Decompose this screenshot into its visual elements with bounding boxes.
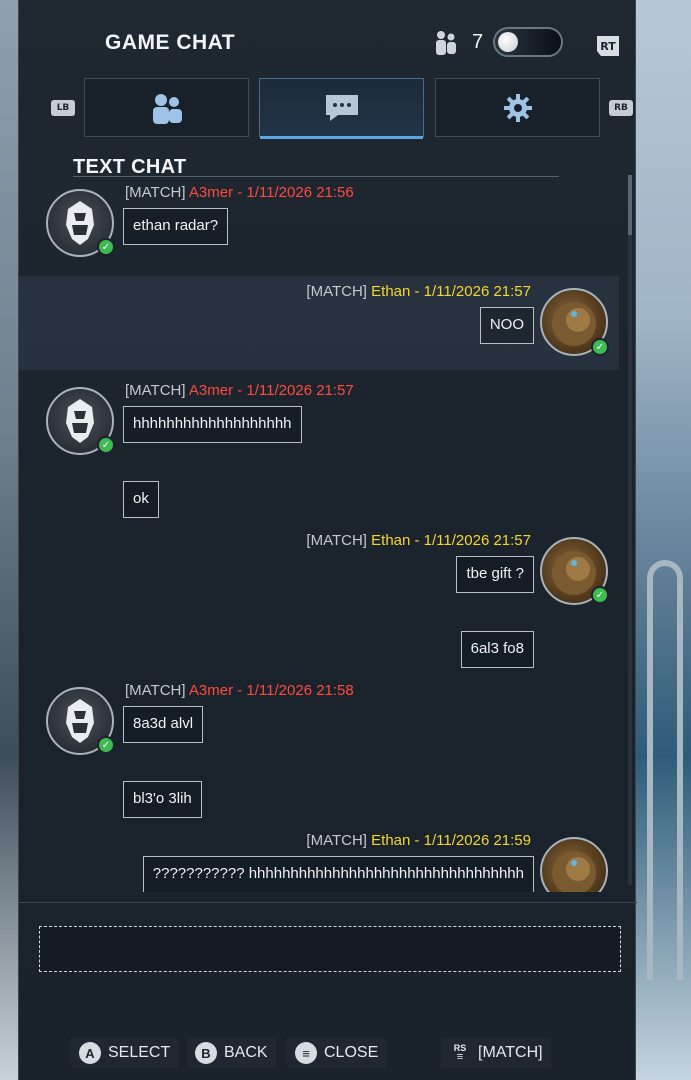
channel-tag: [MATCH]	[125, 184, 186, 201]
online-status-icon: ✓	[97, 238, 115, 256]
online-status-icon: ✓	[97, 436, 115, 454]
author-timestamp: A3mer - 1/11/2026 21:57	[188, 382, 354, 399]
gear-icon	[503, 93, 532, 122]
scrollbar-thumb[interactable]	[628, 175, 632, 235]
player-count: 7	[472, 31, 484, 53]
background-right	[636, 0, 691, 1080]
message-item: [MATCH] Ethan - 1/11/2026 21:57 NOO ✓	[19, 276, 619, 370]
rb-bumper-icon: RB	[609, 100, 633, 116]
online-status-icon: ✓	[97, 736, 115, 754]
channel-tag: [MATCH]	[125, 382, 186, 399]
menu-button-icon: ≡	[295, 1042, 317, 1064]
select-label: SELECT	[108, 1044, 171, 1061]
divider	[73, 176, 559, 177]
message-bubble: 6al3 fo8	[460, 631, 534, 668]
message-bubble: tbe gift ?	[456, 556, 534, 593]
tab-bar: LB RB	[19, 78, 637, 140]
message-item: ✓ [MATCH] A3mer - 1/11/2026 21:57 hhhhhh…	[19, 378, 619, 523]
header: GAME CHAT 7 RT	[19, 0, 637, 80]
online-status-icon: ✓	[591, 586, 609, 604]
message-item: ✓ [MATCH] A3mer - 1/11/2026 21:58 8a3d a…	[19, 678, 619, 828]
author-timestamp: Ethan - 1/11/2026 21:57	[371, 532, 531, 549]
voice-toggle[interactable]	[493, 27, 563, 57]
message-item: ✓ [MATCH] A3mer - 1/11/2026 21:56 ethan …	[19, 180, 619, 270]
people-icon	[436, 31, 456, 55]
message-item: [MATCH] Ethan - 1/11/2026 21:59 ????????…	[19, 828, 619, 892]
author-timestamp: Ethan - 1/11/2026 21:59	[371, 832, 531, 849]
close-hint[interactable]: ≡ CLOSE	[287, 1038, 386, 1068]
channel-hint[interactable]: RS ≡ [MATCH]	[441, 1038, 551, 1068]
message-meta: [MATCH] Ethan - 1/11/2026 21:57	[306, 532, 531, 549]
message-meta: [MATCH] A3mer - 1/11/2026 21:58	[125, 682, 354, 699]
online-status-icon: ✓	[591, 338, 609, 356]
message-bubble: bl3'o 3lih	[123, 781, 202, 818]
message-meta: [MATCH] A3mer - 1/11/2026 21:56	[125, 184, 354, 201]
message-item: [MATCH] Ethan - 1/11/2026 21:57 tbe gift…	[19, 528, 619, 678]
channel-tag: [MATCH]	[306, 832, 367, 849]
channel-label: [MATCH]	[478, 1044, 543, 1061]
b-button-icon: B	[195, 1042, 217, 1064]
panel-title: GAME CHAT	[105, 31, 236, 54]
message-bubble: ethan radar?	[123, 208, 229, 245]
channel-tag: [MATCH]	[306, 283, 367, 300]
divider	[19, 902, 637, 903]
chat-bubble-icon	[325, 94, 358, 121]
message-meta: [MATCH] Ethan - 1/11/2026 21:57	[306, 283, 531, 300]
stick-lines-icon: ≡	[456, 1051, 464, 1063]
back-label: BACK	[224, 1044, 268, 1061]
avatar	[540, 837, 608, 892]
background-left	[0, 0, 18, 1080]
people-icon	[152, 93, 182, 124]
back-hint[interactable]: B BACK	[187, 1038, 276, 1068]
lb-bumper-icon: LB	[51, 100, 75, 116]
message-list[interactable]: ✓ [MATCH] A3mer - 1/11/2026 21:56 ethan …	[19, 180, 619, 892]
message-bubble: ??????????? hhhhhhhhhhhhhhhhhhhhhhhhhhhh…	[142, 856, 534, 892]
select-hint[interactable]: A SELECT	[71, 1038, 178, 1068]
tab-chat[interactable]	[259, 78, 424, 139]
channel-tag: [MATCH]	[306, 532, 367, 549]
channel-tag: [MATCH]	[125, 682, 186, 699]
scrollbar[interactable]	[628, 175, 632, 885]
author-timestamp: Ethan - 1/11/2026 21:57	[371, 283, 531, 300]
lion-icon	[552, 851, 596, 892]
rt-trigger-icon: RT	[597, 36, 619, 56]
background-railing	[647, 560, 683, 980]
tab-players[interactable]	[84, 78, 249, 137]
footer-hints: A SELECT B BACK ≡ CLOSE RS ≡ [MATCH]	[19, 1036, 637, 1070]
tab-settings[interactable]	[435, 78, 600, 137]
a-button-icon: A	[79, 1042, 101, 1064]
message-bubble: ok	[123, 481, 159, 518]
game-chat-panel: GAME CHAT 7 RT LB RB TEXT CHAT ✓ [MATCH]…	[18, 0, 637, 1080]
message-meta: [MATCH] A3mer - 1/11/2026 21:57	[125, 382, 354, 399]
chat-input[interactable]	[39, 926, 621, 972]
close-label: CLOSE	[324, 1044, 379, 1061]
message-bubble: hhhhhhhhhhhhhhhhhhh	[123, 406, 302, 443]
message-meta: [MATCH] Ethan - 1/11/2026 21:59	[306, 832, 531, 849]
message-bubble: NOO	[479, 307, 534, 344]
rs-stick-icon: RS ≡	[449, 1042, 471, 1064]
toggle-knob-icon	[498, 32, 518, 52]
author-timestamp: A3mer - 1/11/2026 21:56	[188, 184, 354, 201]
author-timestamp: A3mer - 1/11/2026 21:58	[188, 682, 354, 699]
message-bubble: 8a3d alvl	[123, 706, 204, 743]
